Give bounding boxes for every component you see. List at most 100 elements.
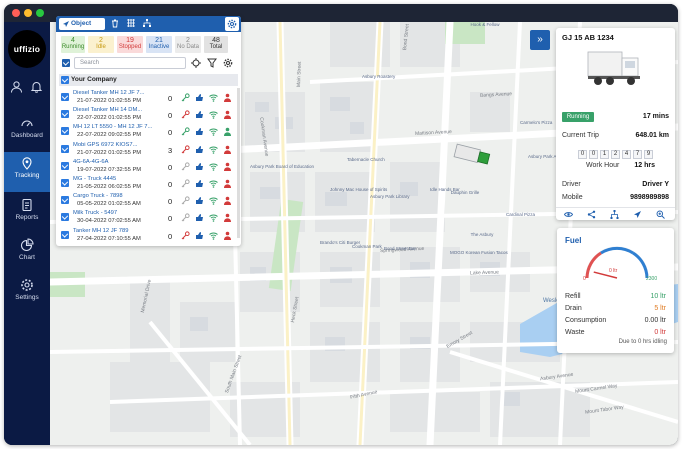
vehicle-name[interactable]: 4G-6A-4G-6A xyxy=(73,159,108,165)
row-checkbox[interactable] xyxy=(61,127,69,136)
sidebar-item-chart[interactable]: Chart xyxy=(4,234,50,274)
locate-icon[interactable] xyxy=(191,58,201,68)
vehicle-list-row[interactable]: Tanker MH 12 JF 789 27-04-2022 07:10:55 A… xyxy=(59,227,238,246)
vehicle-list-row[interactable]: Diesel Tanker MH 12 JF 7... 21-07-2022 01… xyxy=(59,89,238,108)
vehicle-name[interactable]: Milk Truck - 5497 xyxy=(73,210,117,216)
wifi-signal-icon xyxy=(209,180,218,188)
navigate-icon[interactable] xyxy=(633,210,642,219)
sidebar-item-tracking[interactable]: Tracking xyxy=(4,152,50,192)
wifi-signal-icon xyxy=(209,163,218,171)
truck-image xyxy=(587,51,640,85)
odometer-digit: 9 xyxy=(644,150,653,159)
alert-count: 0 xyxy=(168,128,173,138)
poi-label: Carmelo's Pizza xyxy=(520,120,553,125)
vehicle-name[interactable]: Tanker MH 12 JF 789 xyxy=(73,228,128,234)
minimize-window-dot[interactable] xyxy=(24,9,32,17)
vehicle-name[interactable]: MH 12 LT 5550 - MH 12 JF 7... xyxy=(73,124,152,130)
row-checkbox[interactable] xyxy=(61,213,69,222)
search-input[interactable]: Search xyxy=(74,57,186,69)
status-count-no-data[interactable]: 2 No Data xyxy=(175,36,201,53)
select-all-checkbox[interactable] xyxy=(62,59,70,67)
poi-label: Dauphin Grille xyxy=(450,190,480,195)
row-checkbox[interactable] xyxy=(61,179,69,187)
sidebar-item-settings[interactable]: Settings xyxy=(4,274,50,314)
fuel-row-value: 0 ltr xyxy=(654,329,666,336)
vehicle-list-row[interactable]: Cargo Truck - 7898 05-05-2022 01:02:55 AM… xyxy=(59,192,238,211)
vehicle-list-row[interactable]: Diesel Tanker MH 14 DM... 22-07-2022 01:0… xyxy=(59,106,238,125)
expand-panel-button[interactable]: » xyxy=(530,30,550,50)
close-window-dot[interactable] xyxy=(12,9,20,17)
sidebar-item-dashboard[interactable]: Dashboard xyxy=(4,112,50,152)
driver-icon xyxy=(224,214,231,223)
zoom-in-icon[interactable] xyxy=(656,210,665,219)
vehicle-name[interactable]: Diesel Tanker MH 12 JF 7... xyxy=(73,90,144,96)
vehicle-list-row[interactable]: MG - Truck 4445 21-05-2022 06:02:55 PM 0 xyxy=(59,175,238,194)
vehicle-timestamp: 21-07-2022 01:02:55 PM xyxy=(77,149,142,156)
vehicle-list-row[interactable]: MH 12 LT 5550 - MH 12 JF 7... 22-07-2022 … xyxy=(59,123,238,142)
mobile-value: 9898989898 xyxy=(630,194,669,201)
ignition-key-icon xyxy=(181,127,190,136)
status-count-inactive[interactable]: 21 Inactive xyxy=(146,36,172,53)
vehicle-list-row[interactable]: Milk Truck - 5497 30-04-2022 07:02:55 AM 0 xyxy=(59,209,238,228)
vehicle-name[interactable]: Diesel Tanker MH 14 DM... xyxy=(73,107,142,113)
status-count-stopped[interactable]: 19 Stopped xyxy=(117,36,143,53)
bell-icon[interactable] xyxy=(30,80,43,93)
mobile-label: Mobile xyxy=(562,194,583,201)
vehicle-timestamp: 19-07-2022 07:32:55 PM xyxy=(77,166,142,173)
vehicle-name[interactable]: MG - Truck 4445 xyxy=(73,176,116,182)
pie-chart-icon xyxy=(20,238,34,252)
maximize-window-dot[interactable] xyxy=(36,9,44,17)
vehicle-list-row[interactable]: 4G-6A-4G-6A 19-07-2022 07:32:55 PM 0 xyxy=(59,158,238,177)
eye-icon[interactable] xyxy=(564,210,573,219)
trash-icon[interactable] xyxy=(110,19,120,29)
status-count-total[interactable]: 48 Total xyxy=(204,36,228,53)
vehicle-timestamp: 21-07-2022 01:02:55 PM xyxy=(77,98,142,104)
uffizio-logo[interactable]: uffizio xyxy=(8,30,46,68)
vehicle-list-row[interactable]: Mobi GPS 6972 KIOS7... 21-07-2022 01:02:5… xyxy=(59,141,238,160)
poi-label: Brando's Citi Burger xyxy=(320,240,361,245)
poi-label: MOGO Korean Fusion Tacos xyxy=(450,250,508,255)
work-hour-label: Work Hour xyxy=(586,162,620,169)
sidebar-item-label: Settings xyxy=(15,294,39,301)
alert-count: 0 xyxy=(168,162,173,172)
driver-icon xyxy=(224,110,231,120)
company-checkbox[interactable] xyxy=(61,76,69,84)
row-checkbox[interactable] xyxy=(61,196,69,205)
hierarchy-icon[interactable] xyxy=(142,19,152,29)
user-icon[interactable] xyxy=(10,80,23,93)
status-count-label: Idle xyxy=(96,44,106,50)
status-count-running[interactable]: 4 Running xyxy=(61,36,85,53)
alert-count: 0 xyxy=(168,231,173,241)
grid-icon[interactable] xyxy=(126,19,136,29)
speedometer-icon xyxy=(21,120,33,127)
poi-label: Johnny Mac House of Spirits xyxy=(330,187,388,192)
hierarchy-icon[interactable] xyxy=(610,210,619,219)
vehicle-name[interactable]: Cargo Truck - 7898 xyxy=(73,193,123,199)
status-count-label: Inactive xyxy=(148,44,170,50)
poi-label: Asbury Park Board of Education xyxy=(250,164,315,169)
vehicle-timestamp: 30-04-2022 07:02:55 AM xyxy=(77,218,141,225)
sidebar-item-reports[interactable]: Reports xyxy=(4,194,50,234)
fuel-gauge xyxy=(585,246,649,279)
row-checkbox[interactable] xyxy=(61,93,69,101)
status-duration: 17 mins xyxy=(642,113,669,120)
status-count-idle[interactable]: 2 Idle xyxy=(88,36,114,53)
truck-marker-icon[interactable] xyxy=(452,142,492,168)
row-checkbox[interactable] xyxy=(61,144,69,153)
vehicle-name[interactable]: Mobi GPS 6972 KIOS7... xyxy=(73,142,137,148)
row-checkbox[interactable] xyxy=(61,161,69,170)
filter-icon[interactable] xyxy=(207,58,217,68)
fuel-row-label: Waste xyxy=(565,329,585,336)
row-checkbox[interactable] xyxy=(61,230,69,239)
wifi-signal-icon xyxy=(209,94,218,102)
share-icon[interactable] xyxy=(587,210,596,219)
panel-settings-button[interactable] xyxy=(225,17,239,31)
poi-label: Cookman Park xyxy=(352,244,382,249)
company-group-header[interactable]: Your Company xyxy=(59,74,238,86)
wifi-signal-icon xyxy=(209,232,218,240)
list-scrollbar[interactable] xyxy=(237,88,240,238)
row-checkbox[interactable] xyxy=(61,110,69,119)
status-count-label: Running xyxy=(61,44,85,50)
tab-object[interactable]: Object xyxy=(59,18,105,30)
gear-icon[interactable] xyxy=(223,58,233,68)
